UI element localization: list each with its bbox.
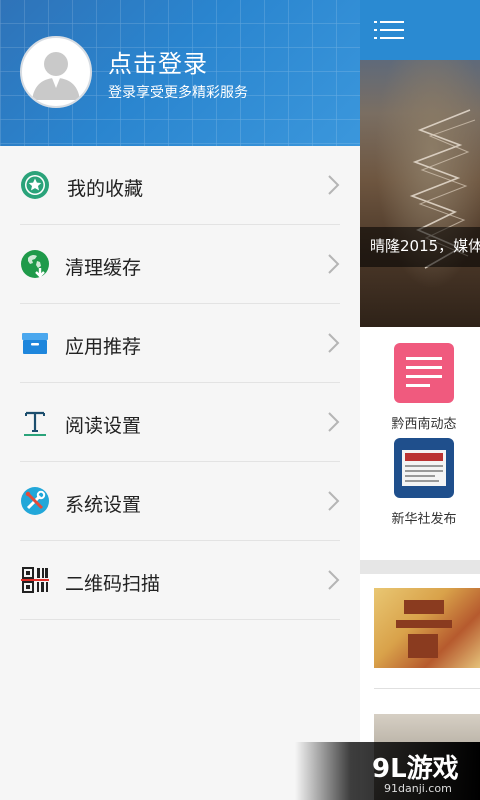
menu-item-reading-settings[interactable]: 阅读设置 — [20, 383, 340, 462]
drawer-header[interactable]: 点击登录 登录享受更多精彩服务 — [0, 0, 360, 146]
list-divider — [374, 688, 480, 689]
chevron-right-icon — [328, 491, 340, 511]
chevron-right-icon — [328, 570, 340, 590]
drawer-menu: 我的收藏 清理缓存 应用推荐 阅读设置 系统设置 二维码扫描 — [0, 146, 360, 620]
news-banner-image[interactable] — [360, 60, 480, 327]
clean-cache-icon — [21, 250, 49, 278]
menu-item-label: 清理缓存 — [65, 257, 142, 279]
main-content: 晴隆2015，媒体 黔西南动态 新华社发布 — [360, 0, 480, 800]
chevron-right-icon — [328, 333, 340, 353]
watermark-url: 91danji.com — [384, 782, 452, 795]
star-icon — [21, 171, 49, 199]
qr-code-icon — [21, 567, 49, 593]
newspaper-icon — [394, 438, 454, 498]
app-label: 黔西南动态 — [391, 417, 457, 432]
chevron-right-icon — [328, 412, 340, 432]
tools-icon — [21, 487, 49, 515]
chevron-right-icon — [328, 254, 340, 274]
navigation-drawer: 点击登录 登录享受更多精彩服务 我的收藏 清理缓存 应用推荐 阅读设置 系统设置… — [0, 0, 360, 800]
watermark-logo: 9L游戏 — [372, 754, 459, 784]
app-label: 新华社发布 — [391, 512, 457, 527]
top-bar — [360, 0, 480, 60]
menu-item-label: 应用推荐 — [65, 336, 142, 358]
news-thumbnail[interactable] — [374, 588, 480, 668]
menu-item-system-settings[interactable]: 系统设置 — [20, 462, 340, 541]
app-tile-qianxinan[interactable]: 黔西南动态 — [384, 343, 464, 432]
menu-item-app-recommend[interactable]: 应用推荐 — [20, 304, 340, 383]
app-tile-xinhua[interactable]: 新华社发布 — [384, 438, 464, 527]
menu-item-label: 系统设置 — [65, 494, 142, 516]
document-icon — [394, 343, 454, 403]
menu-item-qr-scan[interactable]: 二维码扫描 — [20, 541, 340, 620]
chevron-right-icon — [328, 175, 340, 195]
login-subtitle: 登录享受更多精彩服务 — [108, 85, 248, 101]
menu-item-favorites[interactable]: 我的收藏 — [20, 146, 340, 225]
menu-list-icon[interactable] — [372, 14, 412, 46]
menu-item-label: 阅读设置 — [65, 415, 142, 437]
menu-item-clear-cache[interactable]: 清理缓存 — [20, 225, 340, 304]
section-divider — [360, 560, 480, 574]
text-t-icon — [24, 411, 46, 436]
login-title[interactable]: 点击登录 — [108, 44, 208, 79]
app-box-icon — [22, 333, 48, 354]
user-silhouette-icon — [32, 52, 80, 100]
banner-caption[interactable]: 晴隆2015，媒体 — [370, 235, 480, 256]
avatar[interactable] — [20, 36, 92, 108]
menu-item-label: 我的收藏 — [67, 178, 144, 200]
menu-item-label: 二维码扫描 — [65, 573, 161, 595]
